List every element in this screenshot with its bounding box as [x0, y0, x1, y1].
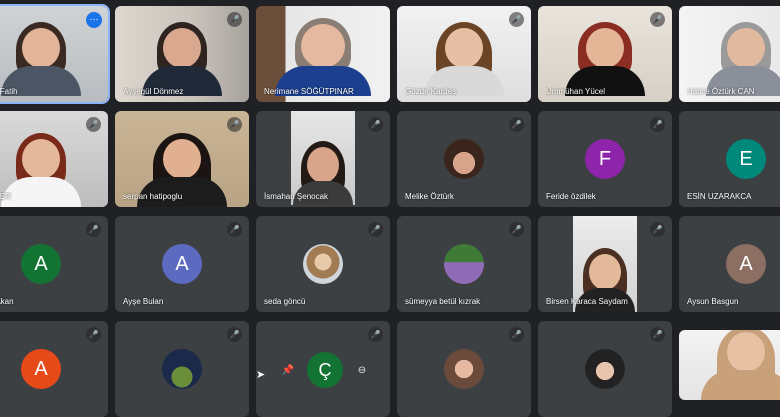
mic-off-icon: 🎤: [227, 117, 242, 132]
remove-icon[interactable]: ⊖: [354, 365, 370, 376]
participant-tile[interactable]: 🎤: [115, 321, 249, 417]
participant-tile[interactable]: A 🎤 Aysun Basgun: [679, 216, 780, 312]
pin-icon[interactable]: 📌: [280, 365, 296, 376]
more-options-icon[interactable]: ⋯: [86, 12, 102, 28]
participant-tile[interactable]: 🎤 İsmahan Şenocak: [256, 111, 390, 207]
participant-name: seda göncü: [264, 297, 306, 306]
participant-avatar: F: [585, 139, 625, 179]
participant-tile[interactable]: 🎤 Ümmühan Yücel: [538, 6, 672, 102]
participant-avatar: A: [21, 244, 61, 284]
participant-avatar: Ç: [307, 352, 343, 388]
participant-name: Melike Öztürk: [405, 192, 454, 201]
participant-tile[interactable]: 🎤 Hatice Öztürk CAN: [679, 6, 780, 102]
participant-avatar: A: [726, 244, 766, 284]
participant-tile[interactable]: E 🎤 ESİN UZARAKCA: [679, 111, 780, 207]
participant-name: Elza Fatih: [0, 87, 18, 96]
mic-off-icon: 🎤: [86, 327, 101, 342]
mic-off-icon: 🎤: [227, 222, 242, 237]
participant-tile[interactable]: A 🎤 Ayşe Bulan: [115, 216, 249, 312]
participant-tile[interactable]: 🎤 serpan hatipoglu: [115, 111, 249, 207]
participant-name: Birsen Karaca Saydam: [546, 297, 628, 306]
participant-avatar: A: [162, 244, 202, 284]
participant-name: Ayşe Bulan: [123, 297, 164, 306]
participant-tile[interactable]: 🎤 Gözde Kardeş: [397, 6, 531, 102]
participant-tile[interactable]: Nerimane SÖĞÜTPINAR: [256, 6, 390, 102]
mic-off-icon: 🎤: [227, 12, 242, 27]
participant-photo: [444, 139, 484, 179]
mic-off-icon: 🎤: [650, 117, 665, 132]
participant-photo: [444, 349, 484, 389]
participant-tile[interactable]: 🎤 sümeyya betül kızrak: [397, 216, 531, 312]
participant-tile[interactable]: A 🎤 nur Akan: [0, 216, 108, 312]
mic-off-icon: 🎤: [86, 117, 101, 132]
participant-name: Gözde Kardeş: [405, 87, 457, 96]
participant-name: serpan hatipoglu: [123, 192, 183, 201]
mic-off-icon: 🎤: [86, 222, 101, 237]
participant-photo: [162, 349, 202, 389]
participant-tile[interactable]: 🎤 Birsen Karaca Saydam: [538, 216, 672, 312]
participant-photo: [444, 244, 484, 284]
mic-off-icon: 🎤: [368, 117, 383, 132]
mic-off-icon: 🎤: [509, 327, 524, 342]
participant-name: Ayşegül Dönmez: [123, 87, 184, 96]
participant-name: sümeyya betül kızrak: [405, 297, 481, 306]
participant-tile[interactable]: 🎤 GÜNER: [0, 111, 108, 207]
participant-name: Ümmühan Yücel: [546, 87, 605, 96]
participant-name: Nerimane SÖĞÜTPINAR: [264, 87, 354, 96]
participant-tile[interactable]: 📌 Ç ⊖ 🎤: [256, 321, 390, 417]
participant-name: Hatice Öztürk CAN: [687, 87, 755, 96]
mic-off-icon: 🎤: [368, 222, 383, 237]
mic-off-icon: 🎤: [368, 327, 383, 342]
participant-name: GÜNER: [0, 192, 11, 201]
mic-off-icon: 🎤: [227, 327, 242, 342]
mic-off-icon: 🎤: [509, 12, 524, 27]
mouse-cursor-icon: ➤: [256, 369, 266, 381]
participant-avatar: E: [726, 139, 766, 179]
participant-name: İsmahan Şenocak: [264, 192, 329, 201]
tile-hover-controls: 📌 Ç ⊖: [280, 352, 370, 388]
mic-off-icon: 🎤: [509, 117, 524, 132]
mic-off-icon: 🎤: [650, 12, 665, 27]
participant-tile[interactable]: ⋯ Elza Fatih: [0, 4, 110, 104]
participant-name: ESİN UZARAKCA: [687, 192, 752, 201]
participant-tile[interactable]: 🎤 Ayşegül Dönmez: [115, 6, 249, 102]
participant-photo: [585, 349, 625, 389]
participant-tile[interactable]: 🎤 seda göncü: [256, 216, 390, 312]
mic-off-icon: 🎤: [509, 222, 524, 237]
participant-name: nur Akan: [0, 297, 14, 306]
mic-off-icon: 🎤: [650, 327, 665, 342]
participant-tile[interactable]: 🎤: [538, 321, 672, 417]
participant-photo: [303, 244, 343, 284]
participant-tile[interactable]: [679, 330, 780, 400]
participant-tile[interactable]: F 🎤 Feride özdilek: [538, 111, 672, 207]
participant-avatar: A: [21, 349, 61, 389]
participant-tile[interactable]: 🎤 Melike Öztürk: [397, 111, 531, 207]
participant-tile[interactable]: 🎤: [397, 321, 531, 417]
participant-name: Feride özdilek: [546, 192, 596, 201]
participant-name: Aysun Basgun: [687, 297, 739, 306]
mic-off-icon: 🎤: [650, 222, 665, 237]
participant-tile[interactable]: A 🎤: [0, 321, 108, 417]
